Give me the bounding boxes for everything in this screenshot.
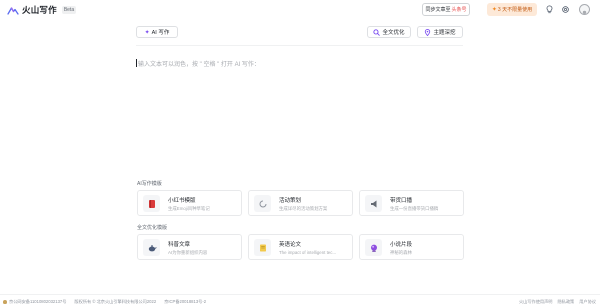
editor-placeholder: 输入文本可以润色，按 " 空格 " 打开 AI 写作：	[138, 62, 260, 68]
trial-button[interactable]: ✦ 3 天不限量使用	[487, 3, 537, 16]
card-title: 活动策划	[279, 198, 302, 204]
polish-templates-title: 全文优化模版	[137, 225, 168, 231]
lightbulb-icon[interactable]	[545, 5, 554, 14]
location-pin-icon	[425, 28, 431, 36]
police-badge-icon	[3, 300, 7, 304]
megaphone-icon	[365, 195, 382, 212]
ai-sparkle-icon: ✦	[144, 29, 150, 36]
card-desc: 生成一份直播带货口播稿	[390, 206, 439, 211]
icp-link[interactable]: 京ICP备20018813号-2	[164, 299, 206, 305]
app-logo[interactable]: 火山写作 Beta	[7, 4, 77, 16]
footer-link-privacy[interactable]: 隐私政策	[557, 299, 574, 305]
card-desc: 神秘的森林	[390, 250, 412, 255]
full-polish-label: 全文优化	[382, 30, 405, 36]
user-avatar-icon[interactable]	[579, 4, 590, 15]
ai-write-button[interactable]: ✦ AI 写作	[136, 26, 178, 38]
teapot-icon	[143, 239, 160, 256]
template-card-xiaohongshu[interactable]: 小红书模版 生成Emoji风种草笔记	[137, 190, 242, 216]
template-card-livestream[interactable]: 带货口播 生成一份直播带货口播稿	[359, 190, 464, 216]
deep-research-button[interactable]: 主题深挖	[417, 26, 463, 38]
text-editor[interactable]: 输入文本可以润色，按 " 空格 " 打开 AI 写作：	[136, 58, 463, 168]
logo-icon	[7, 6, 19, 15]
beta-badge: Beta	[61, 6, 77, 14]
loading-circle-icon	[254, 195, 271, 212]
deep-research-label: 主题深挖	[433, 30, 456, 36]
footer-link-terms[interactable]: 用户协议	[579, 299, 596, 305]
sparkle-icon: ✦	[491, 7, 497, 13]
sync-label: 同步文章至	[425, 7, 451, 13]
card-desc: 生成详尽的活动策划方案	[279, 206, 328, 211]
card-title: 小红书模版	[168, 198, 196, 204]
notebook-icon	[254, 239, 271, 256]
text-caret	[136, 59, 137, 67]
full-polish-button[interactable]: 全文优化	[367, 26, 411, 38]
crystal-ball-icon	[365, 239, 382, 256]
beian-text: 京公网安备11010802032137号	[9, 299, 67, 304]
toolbar-divider	[136, 45, 463, 46]
card-desc: The impact of intelligent tec...	[279, 250, 337, 255]
person-icon	[582, 10, 587, 14]
footer-link-statement[interactable]: 火山写作使用声明	[519, 299, 553, 305]
trial-label: 3 天不限量使用	[497, 7, 533, 13]
template-card-science[interactable]: 科普文章 AI为你重新组织内容	[137, 234, 242, 260]
footer: 京公网安备11010802032137号 版权所有 © 北京火山引擎科技有限公司…	[0, 294, 600, 306]
sync-article-button[interactable]: 同步文章至 头条号	[422, 3, 470, 16]
top-bar: 火山写作 Beta 同步文章至 头条号 ✦ 3 天不限量使用	[0, 0, 600, 20]
card-title: 带货口播	[390, 198, 413, 204]
red-book-icon	[143, 195, 160, 212]
app-name: 火山写作	[22, 5, 57, 15]
copyright-text: 版权所有 © 北京火山引擎科技有限公司2022	[74, 299, 157, 304]
sync-target: 头条号	[451, 7, 467, 13]
ai-templates-title: AI写作模版	[137, 181, 162, 187]
ai-write-label: AI 写作	[151, 30, 170, 36]
beian-link[interactable]: 京公网安备11010802032137号	[3, 299, 66, 305]
template-card-english-paper[interactable]: 英语论文 The impact of intelligent tec...	[248, 234, 353, 260]
card-title: 小说片段	[390, 242, 413, 248]
card-title: 英语论文	[279, 242, 302, 248]
settings-icon[interactable]	[561, 5, 570, 14]
template-card-novel[interactable]: 小说片段 神秘的森林	[359, 234, 464, 260]
card-desc: AI为你重新组织内容	[168, 250, 208, 255]
template-card-event-plan[interactable]: 活动策划 生成详尽的活动策划方案	[248, 190, 353, 216]
card-title: 科普文章	[168, 242, 191, 248]
card-desc: 生成Emoji风种草笔记	[168, 206, 210, 211]
search-icon	[373, 28, 381, 36]
